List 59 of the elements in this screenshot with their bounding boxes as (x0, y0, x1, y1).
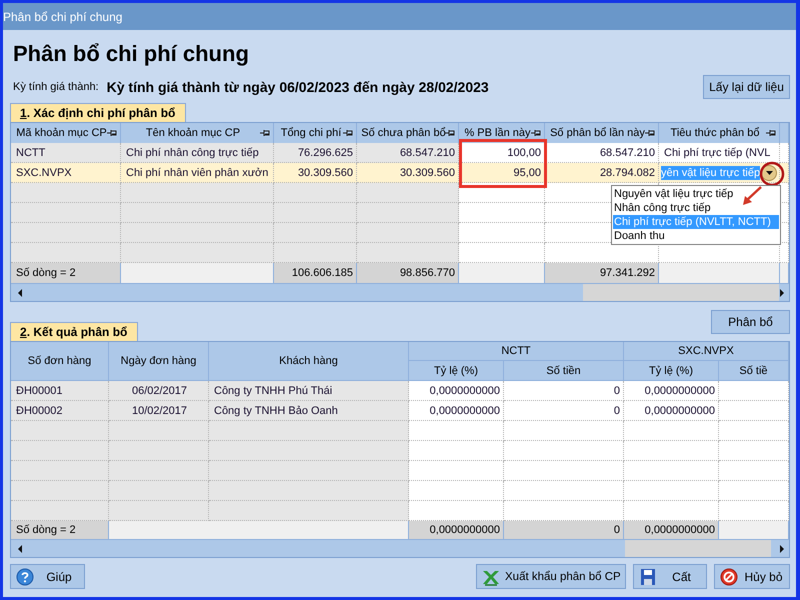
table-cell: Chi phí nhân công trực tiếp (121, 143, 274, 163)
table-cell: 0 (504, 521, 624, 539)
table-cell: 68.547.210 (357, 143, 459, 163)
column-header[interactable]: NCTT (409, 342, 624, 361)
table-cell: 28.794.082 (545, 163, 659, 183)
column-header[interactable]: Tỷ lệ (%) (624, 361, 719, 381)
table-cell: 0 (504, 401, 624, 421)
column-header[interactable]: Tỷ lệ (%) (409, 361, 504, 381)
table-cell: 0,0000000000 (624, 381, 719, 401)
table-cell: NCTT (11, 143, 121, 163)
table-cell: 0 (504, 381, 624, 401)
table-cell: 68.547.210 (545, 143, 659, 163)
table-cell: 06/02/2017 (109, 381, 209, 401)
footer-button[interactable]: Hủy bỏ (714, 564, 790, 589)
table-cell: ĐH00002 (11, 401, 109, 421)
window-title: Phân bổ chi phí chung (3, 10, 122, 24)
section-tab[interactable]: 1. Xác định chi phí phân bổ (10, 103, 186, 122)
table-row[interactable]: SXC.NVPX Chi phí nhân viên phân xưởn 30.309.560 30.309.560 95,00 28.794.082 yên vật liệu trực tiếp (11, 163, 789, 183)
column-header[interactable]: Khách hàng (209, 342, 409, 381)
table-cell: 30.309.560 (357, 163, 459, 183)
column-header[interactable]: Số tiề (719, 361, 789, 381)
table-cell: 30.309.560 (274, 163, 357, 183)
table-cell: Chi phí nhân viên phân xưởn (121, 163, 274, 183)
table-cell: 0,0000000000 (409, 381, 504, 401)
column-header[interactable]: SXC.NVPX (624, 342, 789, 361)
table-cell: 0,0000000000 (409, 521, 504, 539)
table-cell: Số dòng = 2 (11, 263, 121, 283)
column-header[interactable]: Ngày đơn hàng (109, 342, 209, 381)
table-cell: 97.341.292 (545, 263, 659, 283)
table-cell: 0,0000000000 (409, 401, 504, 421)
column-header[interactable]: Số tiền (504, 361, 624, 381)
table-cell: Công ty TNHH Phú Thái (209, 381, 409, 401)
table-cell: Chi phí trực tiếp (NVL (659, 143, 780, 163)
column-header[interactable]: Số đơn hàng (11, 342, 109, 381)
reload-button[interactable]: Lấy lại dữ liệu (703, 75, 790, 99)
table-cell: 98.856.770 (357, 263, 459, 283)
dropdown-option[interactable]: Nguyên vật liệu trực tiếp (613, 187, 779, 201)
table-cell: 100,00 (459, 143, 545, 163)
footer-button[interactable]: Giúp (10, 564, 85, 589)
table-row[interactable]: NCTT Chi phí nhân công trực tiếp 76.296.625 68.547.210 100,00 68.547.210 Chi phí trực tiếp (NVL (11, 143, 789, 163)
dropdown-option[interactable]: Nhân công trực tiếp (613, 201, 779, 215)
page-heading: Phân bổ chi phí chung (13, 40, 249, 68)
section-tab[interactable]: 2. Kết quả phân bổ (10, 322, 138, 341)
allocate-button[interactable]: Phân bổ (711, 310, 790, 334)
table-cell: SXC.NVPX (11, 163, 121, 183)
table-cell: 95,00 (459, 163, 545, 183)
table-cell: ĐH00001 (11, 381, 109, 401)
table-cell: 106.606.185 (274, 263, 357, 283)
table-cell: Công ty TNHH Bảo Oanh (209, 401, 409, 421)
table-cell: 76.296.625 (274, 143, 357, 163)
period-value: Kỳ tính giá thành từ ngày 06/02/2023 đến ngày 28/02/2023 (106, 79, 489, 95)
footer-button[interactable]: Xuất khẩu phân bổ CP (476, 564, 626, 589)
footer-button[interactable]: Cất (633, 564, 707, 589)
table-cell: Số dòng = 2 (11, 521, 109, 539)
table-cell: 10/02/2017 (109, 401, 209, 421)
field-label: Kỳ tính giá thành: (13, 81, 99, 93)
table-cell: 0,0000000000 (624, 521, 719, 539)
dropdown-option[interactable]: Doanh thu (613, 229, 779, 243)
table-cell: 0,0000000000 (624, 401, 719, 421)
